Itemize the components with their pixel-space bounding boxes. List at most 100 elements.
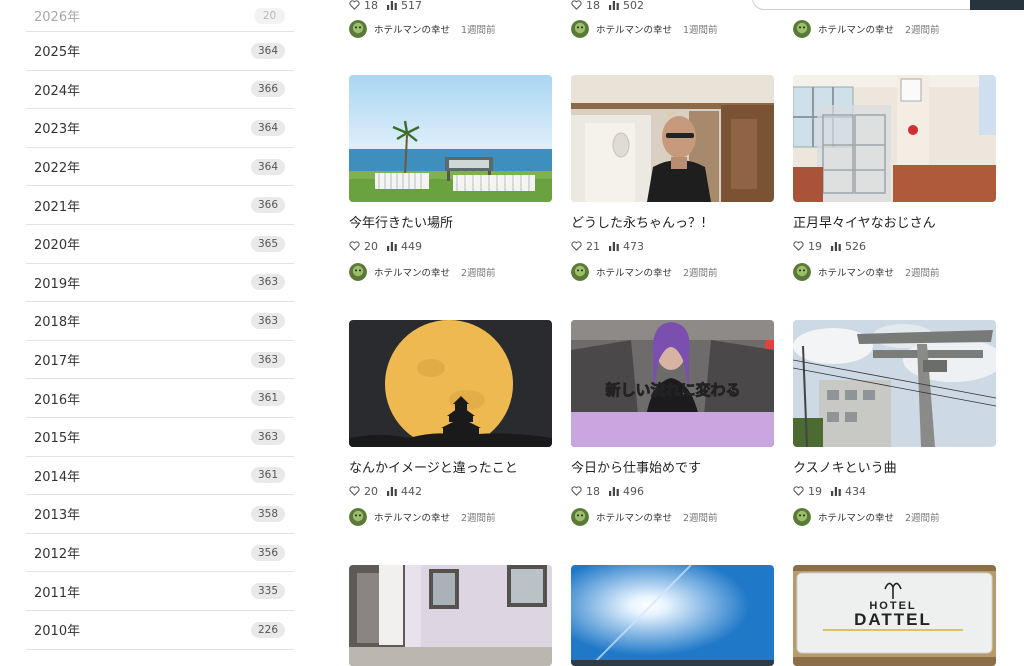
- year-row-2022[interactable]: 2022年 364: [26, 148, 294, 187]
- year-row-2011[interactable]: 2011年 335: [26, 572, 294, 611]
- article-thumbnail[interactable]: [571, 75, 774, 202]
- article-card[interactable]: 新しい流れに変わる 今日から仕事始めです 18 496 ホテルマンの幸せ 2週間…: [571, 320, 774, 526]
- year-row-2024[interactable]: 2024年 366: [26, 71, 294, 110]
- article-thumbnail[interactable]: 新しい流れに変わる: [571, 320, 774, 447]
- year-row-2016[interactable]: 2016年 361: [26, 379, 294, 418]
- heart-outline-icon[interactable]: [793, 241, 804, 251]
- author-name[interactable]: ホテルマンの幸せ: [818, 265, 894, 279]
- bar-chart-icon: [609, 0, 619, 10]
- hotel-sign-photo: HOTEL DATTEL: [793, 565, 996, 666]
- year-count-badge: 20: [254, 7, 285, 24]
- article-thumbnail[interactable]: [793, 320, 996, 447]
- year-label: 2023年: [34, 122, 81, 138]
- post-time: 2週間前: [905, 268, 940, 279]
- year-row-2015[interactable]: 2015年 363: [26, 418, 294, 457]
- view-count: 502: [623, 0, 644, 12]
- avatar[interactable]: [349, 263, 367, 281]
- torii-gate-photo: [793, 320, 996, 447]
- year-row-2013[interactable]: 2013年 358: [26, 495, 294, 534]
- year-row-2017[interactable]: 2017年 363: [26, 341, 294, 380]
- heart-outline-icon[interactable]: [793, 486, 804, 496]
- article-card[interactable]: 正月早々イヤなおじさん 19 526 ホテルマンの幸せ 2週間前: [793, 75, 996, 281]
- year-label: 2010年: [34, 624, 81, 640]
- author-name[interactable]: ホテルマンの幸せ: [818, 22, 894, 36]
- author-name[interactable]: ホテルマンの幸せ: [374, 265, 450, 279]
- year-row-2021[interactable]: 2021年 366: [26, 186, 294, 225]
- author-name[interactable]: ホテルマンの幸せ: [374, 510, 450, 524]
- article-card[interactable]: HOTEL DATTEL: [793, 565, 996, 666]
- heart-outline-icon[interactable]: [349, 0, 360, 10]
- post-time: 2週間前: [905, 513, 940, 524]
- like-count: 19: [808, 239, 822, 253]
- year-row-2026[interactable]: 2026年 20: [26, 0, 294, 32]
- article-card[interactable]: どうした永ちゃんっ？! 21 473 ホテルマンの幸せ 2週間前: [571, 75, 774, 281]
- view-count: 517: [401, 0, 422, 12]
- author-line: ホテルマンの幸せ 2週間前: [793, 263, 996, 281]
- article-card[interactable]: [349, 565, 552, 666]
- avatar[interactable]: [793, 263, 811, 281]
- article-title[interactable]: 今日から仕事始めです: [571, 460, 774, 478]
- year-row-2020[interactable]: 2020年 365: [26, 225, 294, 264]
- article-title[interactable]: どうした永ちゃんっ？!: [571, 215, 774, 233]
- heart-outline-icon[interactable]: [571, 241, 582, 251]
- article-thumbnail[interactable]: [793, 75, 996, 202]
- like-count: 21: [586, 239, 600, 253]
- year-row-2012[interactable]: 2012年 356: [26, 534, 294, 573]
- heart-outline-icon[interactable]: [349, 486, 360, 496]
- avatar[interactable]: [793, 20, 811, 38]
- search-bar: [752, 0, 1024, 10]
- bar-chart-icon: [387, 486, 397, 496]
- post-time: 2週間前: [461, 513, 496, 524]
- post-time: 2週間前: [683, 513, 718, 524]
- post-time: 2週間前: [683, 268, 718, 279]
- like-count: 20: [364, 484, 378, 498]
- avatar[interactable]: [793, 508, 811, 526]
- year-label: 2016年: [34, 392, 81, 408]
- article-thumbnail[interactable]: HOTEL DATTEL: [793, 565, 996, 666]
- article-card[interactable]: クスノキという曲 19 434 ホテルマンの幸せ 2週間前: [793, 320, 996, 526]
- like-count: 19: [808, 484, 822, 498]
- article-stats: 20 442: [349, 484, 552, 498]
- article-title[interactable]: 今年行きたい場所: [349, 215, 552, 233]
- search-input[interactable]: [752, 0, 972, 10]
- heart-outline-icon[interactable]: [571, 486, 582, 496]
- heart-outline-icon[interactable]: [349, 241, 360, 251]
- article-thumbnail[interactable]: [571, 565, 774, 666]
- search-button[interactable]: [970, 0, 1024, 10]
- author-name[interactable]: ホテルマンの幸せ: [596, 22, 672, 36]
- article-thumbnail[interactable]: [349, 565, 552, 666]
- year-row-2025[interactable]: 2025年 364: [26, 32, 294, 71]
- author-name[interactable]: ホテルマンの幸せ: [818, 510, 894, 524]
- year-count-badge: 363: [250, 274, 285, 291]
- year-label: 2026年: [34, 10, 81, 25]
- article-thumbnail[interactable]: [349, 320, 552, 447]
- year-count-badge: 226: [250, 621, 285, 638]
- year-label: 2014年: [34, 469, 81, 485]
- article-stats: 18 496: [571, 484, 774, 498]
- year-row-2023[interactable]: 2023年 364: [26, 109, 294, 148]
- article-title[interactable]: なんかイメージと違ったこと: [349, 460, 552, 478]
- heart-outline-icon[interactable]: [571, 0, 582, 10]
- year-count-badge: 363: [250, 428, 285, 445]
- year-row-2014[interactable]: 2014年 361: [26, 457, 294, 496]
- avatar[interactable]: [571, 20, 589, 38]
- post-time: 1週間前: [461, 25, 496, 36]
- article-thumbnail[interactable]: [349, 75, 552, 202]
- year-row-2018[interactable]: 2018年 363: [26, 302, 294, 341]
- year-count-badge: 335: [250, 583, 285, 600]
- year-row-2010[interactable]: 2010年 226: [26, 611, 294, 650]
- article-title[interactable]: クスノキという曲: [793, 460, 996, 478]
- avatar[interactable]: [349, 508, 367, 526]
- avatar[interactable]: [349, 20, 367, 38]
- author-name[interactable]: ホテルマンの幸せ: [596, 265, 672, 279]
- avatar[interactable]: [571, 508, 589, 526]
- author-name[interactable]: ホテルマンの幸せ: [596, 510, 672, 524]
- bar-chart-icon: [387, 0, 397, 10]
- article-card[interactable]: [571, 565, 774, 666]
- article-title[interactable]: 正月早々イヤなおじさん: [793, 215, 996, 233]
- article-card[interactable]: 今年行きたい場所 20 449 ホテルマンの幸せ 2週間前: [349, 75, 552, 281]
- article-card[interactable]: なんかイメージと違ったこと 20 442 ホテルマンの幸せ 2週間前: [349, 320, 552, 526]
- avatar[interactable]: [571, 263, 589, 281]
- author-name[interactable]: ホテルマンの幸せ: [374, 22, 450, 36]
- year-row-2019[interactable]: 2019年 363: [26, 264, 294, 303]
